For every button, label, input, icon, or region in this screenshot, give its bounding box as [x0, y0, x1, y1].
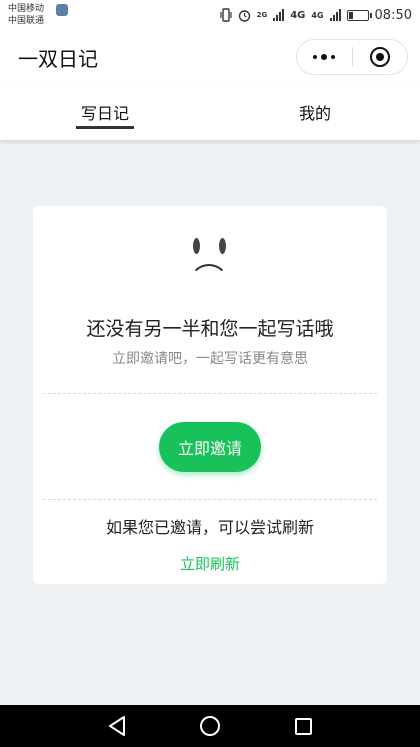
tab-bar: 写日记 我的	[0, 84, 420, 140]
invite-button[interactable]: 立即邀请	[159, 422, 261, 472]
battery-icon	[346, 9, 372, 21]
divider	[43, 393, 377, 394]
divider	[43, 499, 377, 500]
nav-back-button[interactable]	[97, 706, 137, 746]
sad-face-icon	[185, 238, 235, 284]
square-recent-icon	[294, 717, 312, 735]
page-title: 一双日记	[18, 46, 98, 71]
status-indicators: 2G 4G 4G 08:50	[219, 7, 412, 23]
more-dots-icon	[313, 54, 336, 60]
target-circle-icon	[369, 47, 390, 67]
nav-home-button[interactable]	[190, 706, 230, 746]
carrier-info: 中国移动 中国联通	[8, 3, 69, 27]
empty-state-card: 还没有另一半和您一起写话哦 立即邀请吧，一起写话更有意思 立即邀请 如果您已邀请…	[33, 206, 387, 584]
clock: 08:50	[374, 7, 412, 23]
network-type-label: 2G	[256, 11, 268, 19]
circle-home-icon	[199, 716, 220, 736]
more-button[interactable]	[297, 40, 352, 74]
network-type-label: 4G	[311, 10, 324, 20]
refresh-hint: 如果您已邀请，可以尝试刷新	[105, 518, 314, 537]
carrier-2-label: 中国联通	[8, 15, 45, 26]
signal-icon	[329, 9, 341, 21]
network-type-label: 4G	[290, 9, 306, 21]
refresh-link[interactable]: 立即刷新	[33, 553, 387, 574]
tab-mine[interactable]: 我的	[210, 84, 420, 140]
nav-recent-button[interactable]	[283, 706, 323, 746]
empty-state-headline: 还没有另一半和您一起写话哦	[86, 318, 334, 340]
status-bar: 中国移动 中国联通 2G 4G 4G 08:50	[0, 0, 420, 30]
battery-level	[348, 11, 353, 19]
alarm-icon	[238, 9, 250, 22]
signal-icon	[273, 9, 285, 21]
triangle-back-icon	[108, 716, 125, 736]
system-nav-bar	[0, 705, 420, 747]
mini-program-capsule	[296, 39, 408, 75]
vibrate-icon	[219, 8, 232, 22]
empty-state-subline: 立即邀请吧，一起写话更有意思	[112, 351, 308, 367]
carrier-1-label: 中国移动	[8, 4, 45, 14]
close-button[interactable]	[353, 40, 408, 74]
title-bar: 一双日记	[0, 30, 420, 84]
app-notification-icon	[56, 3, 69, 16]
tab-write-diary[interactable]: 写日记	[0, 84, 210, 140]
